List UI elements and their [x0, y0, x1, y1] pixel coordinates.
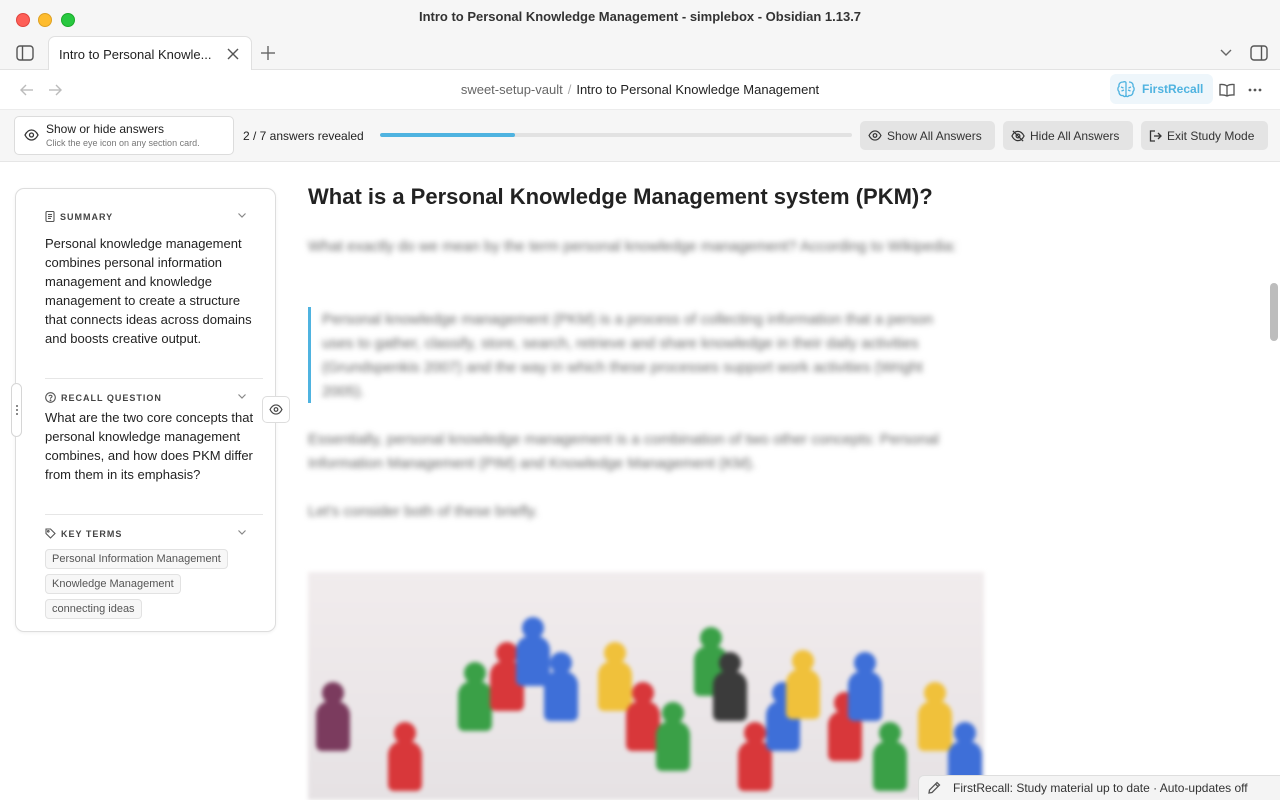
pawn-red — [626, 682, 660, 751]
recall-question-header[interactable]: RECALL QUESTION — [45, 392, 162, 403]
blockquote-border — [308, 307, 311, 403]
status-bar: FirstRecall: Study material up to date ·… — [918, 775, 1280, 800]
exit-study-mode-label: Exit Study Mode — [1167, 128, 1255, 143]
sidebar-left-icon[interactable] — [14, 42, 36, 64]
window-title: Intro to Personal Knowledge Management -… — [418, 9, 862, 24]
breadcrumb-note-title[interactable]: Intro to Personal Knowledge Management — [576, 82, 819, 97]
summary-text: Personal knowledge management combines p… — [45, 236, 252, 346]
reveal-progress-bar — [380, 133, 852, 137]
window-titlebar: Intro to Personal Knowledge Management -… — [0, 0, 1280, 36]
summary-header[interactable]: SUMMARY — [45, 211, 113, 222]
chevron-down-icon[interactable] — [238, 213, 246, 218]
pawn-yellow — [786, 650, 820, 719]
key-terms-label: KEY TERMS — [61, 528, 123, 539]
note-image-game-pieces — [308, 572, 984, 800]
eye-icon — [24, 129, 39, 141]
hide-all-answers-button[interactable]: Hide All Answers — [1003, 121, 1133, 150]
card-drag-handle[interactable] — [11, 383, 22, 437]
divider — [45, 514, 263, 515]
chevron-down-icon[interactable] — [1216, 44, 1236, 62]
exit-study-mode-button[interactable]: Exit Study Mode — [1141, 121, 1268, 150]
breadcrumb-vault[interactable]: sweet-setup-vault — [461, 82, 563, 97]
question-circle-icon — [45, 392, 56, 403]
pawn-blue — [544, 652, 578, 721]
show-all-answers-button[interactable]: Show All Answers — [860, 121, 995, 150]
log-out-icon — [1149, 129, 1162, 142]
pawn-dark — [713, 652, 747, 721]
answers-revealed-count: 2 / 7 answers revealed — [243, 129, 364, 143]
chevron-down-icon[interactable] — [238, 530, 246, 535]
chevron-down-icon[interactable] — [238, 394, 246, 399]
section-study-card: SUMMARY Personal knowledge management co… — [15, 188, 276, 632]
hint-subtitle: Click the eye icon on any section card. — [46, 138, 200, 148]
tab-label: Intro to Personal Knowle... — [59, 47, 212, 62]
breadcrumb-separator: / — [567, 82, 572, 97]
tab-bar: Intro to Personal Knowle... — [0, 36, 1280, 71]
eye-icon — [269, 404, 283, 415]
key-terms-header[interactable]: KEY TERMS — [45, 528, 122, 539]
breadcrumb: sweet-setup-vault / Intro to Personal Know… — [0, 82, 1280, 97]
plus-icon[interactable] — [258, 43, 278, 63]
firstrecall-button[interactable]: FirstRecall — [1110, 74, 1213, 104]
note-heading: What is a Personal Knowledge Management … — [308, 184, 933, 209]
eye-icon — [868, 130, 882, 141]
divider — [45, 378, 263, 379]
document-icon — [45, 211, 55, 222]
view-header: sweet-setup-vault / Intro to Personal Know… — [0, 70, 1280, 110]
hidden-paragraph: What exactly do we mean by the term pers… — [308, 238, 957, 255]
pawn-red — [388, 722, 422, 791]
book-open-icon[interactable] — [1218, 81, 1236, 99]
pawn-green — [873, 722, 907, 791]
hidden-blockquote: Personal knowledge management (PKM) is a… — [322, 311, 934, 400]
pawn-blue — [848, 652, 882, 721]
close-icon[interactable] — [225, 46, 241, 62]
hide-all-answers-label: Hide All Answers — [1030, 128, 1120, 143]
tab-intro-pkm[interactable]: Intro to Personal Knowle... — [48, 36, 252, 71]
pencil-icon[interactable] — [927, 781, 941, 795]
key-term-chip[interactable]: Knowledge Management — [45, 574, 181, 594]
hidden-paragraph: Essentially, personal knowledge manageme… — [308, 431, 939, 472]
more-horizontal-icon[interactable] — [1246, 81, 1264, 99]
recall-question-text: What are the two core concepts that pers… — [45, 410, 254, 482]
recall-question-label: RECALL QUESTION — [61, 392, 162, 403]
hint-title: Show or hide answers — [46, 122, 165, 136]
status-text: FirstRecall: Study material up to date ·… — [953, 781, 1248, 795]
key-term-chip[interactable]: Personal Information Management — [45, 549, 228, 569]
eye-off-icon — [1011, 129, 1025, 142]
pawn-yellow — [918, 682, 952, 751]
hidden-paragraph: Let's consider both of these briefly. — [308, 503, 539, 520]
pawn-green — [458, 662, 492, 731]
study-mode-toolbar: Show or hide answers Click the eye icon … — [0, 110, 1280, 162]
key-terms-list: Personal Information Management Knowledg… — [45, 549, 228, 624]
scrollbar-thumb[interactable] — [1270, 283, 1278, 341]
pawn-green — [656, 702, 690, 771]
section-eye-toggle[interactable] — [262, 396, 290, 423]
show-hide-hint: Show or hide answers Click the eye icon … — [14, 116, 234, 155]
sidebar-right-icon[interactable] — [1248, 42, 1270, 64]
reveal-progress-fill — [380, 133, 515, 137]
show-all-answers-label: Show All Answers — [887, 128, 982, 143]
firstrecall-label: FirstRecall — [1142, 82, 1204, 96]
summary-label: SUMMARY — [60, 211, 114, 222]
tag-icon — [45, 528, 56, 539]
brain-icon — [1116, 79, 1136, 99]
pawn-purple — [316, 682, 350, 751]
key-term-chip[interactable]: connecting ideas — [45, 599, 142, 619]
